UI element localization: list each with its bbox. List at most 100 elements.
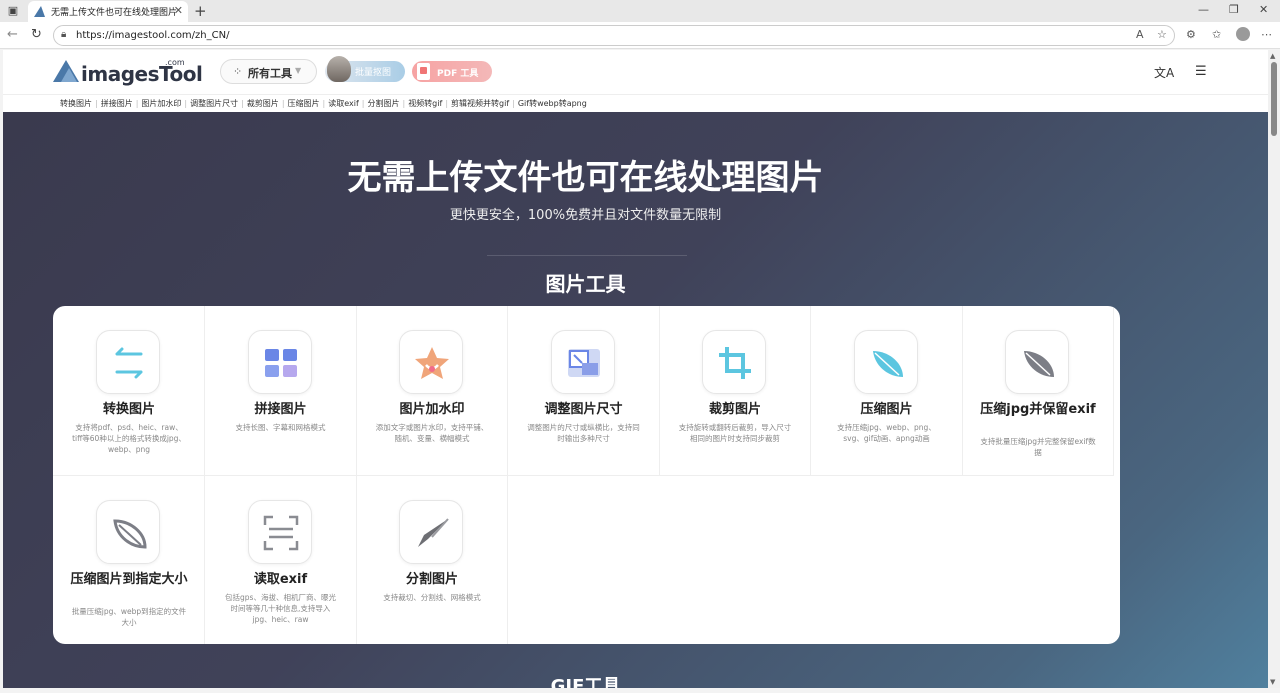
page-viewport: imagesTool .com ⁘ 所有工具 ▼ 批量抠图 PDF 工具 文A … <box>3 50 1268 688</box>
tool-card[interactable]: 读取exif 包括gps、海拔、相机厂商、曝光时间等等几十种信息,支持导入jpg、… <box>205 476 357 644</box>
tool-card[interactable]: 拼接图片支持长图、字幕和网格模式 <box>204 306 357 476</box>
pdf-tools-label: PDF 工具 <box>437 69 479 79</box>
hamburger-menu-icon[interactable]: ☰ <box>1195 64 1207 79</box>
hero-subtitle: 更快更安全，100%免费并且对文件数量无限制 <box>449 208 722 223</box>
collage-icon <box>247 330 312 394</box>
sidebar-toggle-icon[interactable]: ▣ <box>6 4 20 18</box>
quick-link[interactable]: 图片加水印 <box>138 98 184 109</box>
close-tab-icon[interactable]: ✕ <box>174 4 183 17</box>
crop-icon <box>702 330 766 394</box>
tool-description: 支持压缩jpg、webp、png、svg、gif动画、apng动画 <box>837 423 936 443</box>
tool-name: 压缩jpg并保留exif <box>980 402 1096 417</box>
all-tools-label: 所有工具 <box>248 67 292 80</box>
tool-description: 支持长图、字幕和网格模式 <box>235 423 326 432</box>
browser-tab[interactable]: 无需上传文件也可在线处理图片 ✕ <box>28 1 188 22</box>
favorite-star-icon[interactable]: ☆ <box>1157 28 1167 42</box>
quick-link[interactable]: 视频转gif <box>405 98 445 109</box>
favorites-icon[interactable]: ✩ <box>1212 28 1221 42</box>
tool-name: 裁剪图片 <box>708 402 761 417</box>
tool-description: 支持裁切、分割线、网格模式 <box>383 593 481 602</box>
resize-icon <box>550 330 615 394</box>
tool-name: 图片加水印 <box>399 402 465 417</box>
hero-title: 无需上传文件也可在线处理图片 <box>347 158 824 198</box>
tool-description: 支持将pdf、psd、heic、raw、tiff等60种以上的格式转换成jpg、… <box>72 423 186 454</box>
site-logo[interactable]: imagesTool .com <box>53 58 203 86</box>
pdf-doc-icon <box>417 63 430 80</box>
read-aloud-icon[interactable]: A <box>1136 28 1144 42</box>
url-field[interactable]: 🔒︎ https://imagestool.com/zh_CN/ <box>53 25 1175 46</box>
translate-icon[interactable]: 文A <box>1154 64 1174 81</box>
tool-card[interactable]: 图片加水印 添加文字或图片水印，支持平铺、随机、变量、横幅模式 <box>356 306 508 476</box>
scroll-up-icon[interactable]: ▲ <box>1270 52 1275 60</box>
reload-icon[interactable]: ↻ <box>31 28 42 42</box>
quick-link[interactable]: 拼接图片 <box>98 98 136 109</box>
batch-cutout-label: 批量抠图 <box>355 68 392 78</box>
tool-description: 批量压缩jpg、webp到指定的文件大小 <box>71 607 187 627</box>
quick-link[interactable]: Gif转webp转apng <box>515 98 590 109</box>
grid-icon: ⁘ <box>233 65 243 78</box>
minimize-icon[interactable]: — <box>1198 3 1209 16</box>
image-tools-heading: 图片工具 <box>545 272 626 296</box>
scroll-down-icon[interactable]: ▼ <box>1270 678 1275 686</box>
profile-avatar[interactable] <box>1236 27 1250 41</box>
watermark-icon <box>399 330 463 394</box>
lock-icon: 🔒︎ <box>61 29 67 40</box>
tool-card[interactable]: 压缩图片到指定大小批量压缩jpg、webp到指定的文件大小 <box>53 476 205 644</box>
convert-icon <box>96 330 160 394</box>
all-tools-dropdown[interactable]: ⁘ 所有工具 ▼ <box>220 59 317 84</box>
quick-link[interactable]: 压缩图片 <box>285 98 323 109</box>
quick-link[interactable]: 分割图片 <box>364 98 402 109</box>
quick-links: 转换图片 | 拼接图片 | 图片加水印 | 调整图片尺寸 | 裁剪图片 | 压缩图片 | 读取exif |… <box>57 98 590 109</box>
window-close-icon[interactable]: ✕ <box>1259 3 1268 16</box>
tool-name: 转换图片 <box>102 402 155 417</box>
compress-icon <box>853 330 918 394</box>
new-tab-icon[interactable]: + <box>194 2 207 20</box>
tool-description: 支持批量压缩jpg并完整保留exif数据 <box>980 437 1096 457</box>
tool-name: 拼接图片 <box>254 402 307 417</box>
site-header: imagesTool .com ⁘ 所有工具 ▼ 批量抠图 PDF 工具 文A … <box>3 50 1268 94</box>
tool-name: 读取exif <box>253 572 308 587</box>
batch-cutout-button[interactable]: 批量抠图 <box>325 56 405 82</box>
tool-card[interactable]: 压缩jpg并保留exif 支持批量压缩jpg并完整保留exif数据 <box>962 306 1114 476</box>
caret-down-icon: ▼ <box>295 66 302 75</box>
extensions-icon[interactable]: ⚙ <box>1186 28 1196 42</box>
quick-link[interactable]: 剪辑视频并转gif <box>448 98 512 109</box>
tool-description: 支持旋转或翻转后裁剪，导入尺寸相同的图片时支持同步裁剪 <box>678 423 792 443</box>
cat-icon <box>327 56 351 82</box>
quick-link[interactable]: 转换图片 <box>57 98 95 109</box>
url-text: https://imagestool.com/zh_CN/ <box>76 30 230 41</box>
site-favicon-icon <box>34 6 45 17</box>
pdf-tools-button[interactable]: PDF 工具 <box>412 61 492 82</box>
tool-card[interactable]: 裁剪图片支持旋转或翻转后裁剪，导入尺寸相同的图片时支持同步裁剪 <box>659 306 811 476</box>
address-bar-row: ← ↻ 🔒︎ https://imagestool.com/zh_CN/ A ☆… <box>0 22 1280 49</box>
compress-size-icon <box>96 500 160 564</box>
tool-name: 分割图片 <box>405 572 458 587</box>
back-icon[interactable]: ← <box>7 28 18 42</box>
logo-com: .com <box>165 58 185 67</box>
quick-links-bar: 转换图片 | 拼接图片 | 图片加水印 | 调整图片尺寸 | 裁剪图片 | 压缩图片 | 读取exif |… <box>3 94 1268 112</box>
tool-card[interactable]: 转换图片支持将pdf、psd、heic、raw、tiff等60种以上的格式转换成… <box>53 306 205 476</box>
logo-mountain-icon <box>53 60 79 82</box>
tool-card[interactable]: 调整图片尺寸调整图片的尺寸或纵横比，支持同时输出多种尺寸 <box>507 306 660 476</box>
restore-icon[interactable]: ❐ <box>1229 3 1239 16</box>
tool-name: 压缩图片到指定大小 <box>70 572 188 587</box>
tool-card[interactable]: 分割图片支持裁切、分割线、网格模式 <box>356 476 508 644</box>
tool-description: 包括gps、海拔、相机厂商、曝光时间等等几十种信息,支持导入jpg、heic、r… <box>225 593 336 624</box>
tool-name: 调整图片尺寸 <box>544 402 623 417</box>
quick-link[interactable]: 调整图片尺寸 <box>187 98 241 109</box>
tool-card[interactable]: 压缩图片支持压缩jpg、webp、png、svg、gif动画、apng动画 <box>810 306 963 476</box>
gif-tools-heading: GIF工具 <box>550 676 621 688</box>
hero-divider <box>487 255 687 256</box>
more-menu-icon[interactable]: ⋯ <box>1261 28 1272 42</box>
scrollbar-thumb[interactable] <box>1271 62 1277 136</box>
tools-card: 转换图片支持将pdf、psd、heic、raw、tiff等60种以上的格式转换成… <box>53 306 1120 644</box>
tool-name: 压缩图片 <box>860 402 913 417</box>
quick-link[interactable]: 读取exif <box>325 98 362 109</box>
quick-link[interactable]: 裁剪图片 <box>244 98 282 109</box>
exif-icon <box>247 500 312 564</box>
hero-section: 无需上传文件也可在线处理图片 更快更安全，100%免费并且对文件数量无限制 图片… <box>3 112 1268 688</box>
compress-exif-icon <box>1005 330 1069 394</box>
page-scrollbar[interactable]: ▲ ▼ <box>1268 50 1280 688</box>
tool-description: 调整图片的尺寸或纵横比，支持同时输出多种尺寸 <box>527 423 640 443</box>
tab-title: 无需上传文件也可在线处理图片 <box>51 8 178 18</box>
